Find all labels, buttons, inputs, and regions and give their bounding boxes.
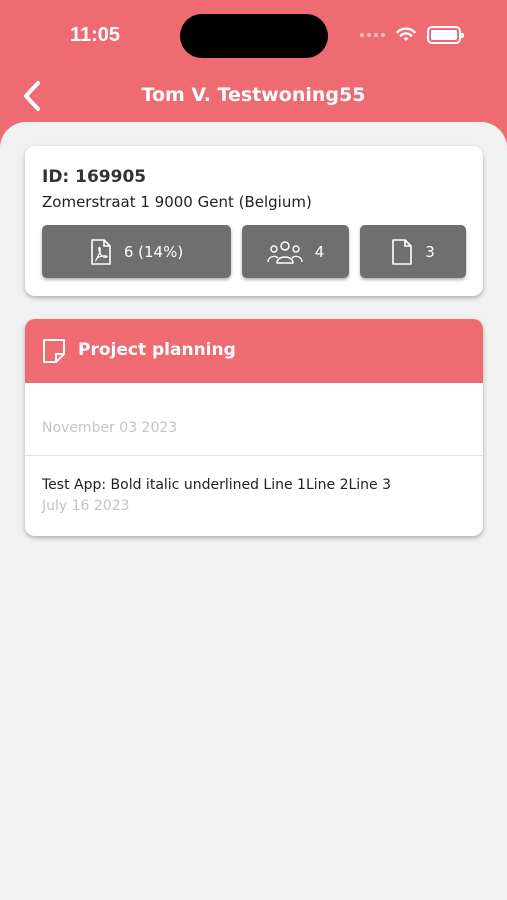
planning-header[interactable]: Project planning (25, 319, 483, 383)
documents-pdf-button[interactable]: 6 (14%) (42, 225, 231, 278)
project-planning-card: Project planning November 03 2023 Test A… (25, 319, 483, 536)
participants-button[interactable]: 4 (242, 225, 349, 278)
planning-item[interactable]: Test App: Bold italic underlined Line 1L… (25, 456, 483, 536)
files-button[interactable]: 3 (360, 225, 466, 278)
planning-title: Project planning (78, 340, 236, 360)
status-icons (360, 24, 464, 46)
pdf-document-icon (91, 238, 111, 265)
property-id: ID: 169905 (42, 167, 147, 187)
battery-icon (427, 26, 464, 44)
wifi-icon (396, 27, 416, 41)
note-icon (43, 339, 65, 363)
dynamic-island (180, 14, 328, 58)
property-address: Zomerstraat 1 9000 Gent (Belgium) (42, 193, 312, 211)
planning-item-date: November 03 2023 (42, 420, 178, 436)
files-count: 3 (425, 242, 435, 261)
property-info-card: ID: 169905 Zomerstraat 1 9000 Gent (Belg… (25, 146, 483, 296)
planning-item-title: Test App: Bold italic underlined Line 1L… (42, 477, 392, 493)
planning-item-date: July 16 2023 (42, 498, 130, 514)
documents-pdf-count: 6 (14%) (123, 242, 184, 261)
cellular-signal-icon (360, 33, 385, 37)
participants-count: 4 (314, 242, 325, 261)
document-icon (392, 238, 413, 265)
status-time: 11:05 (70, 24, 121, 46)
people-icon (267, 240, 303, 264)
page-title: Tom V. Testwoning55 (141, 84, 366, 106)
planning-item[interactable]: November 03 2023 (25, 383, 483, 455)
